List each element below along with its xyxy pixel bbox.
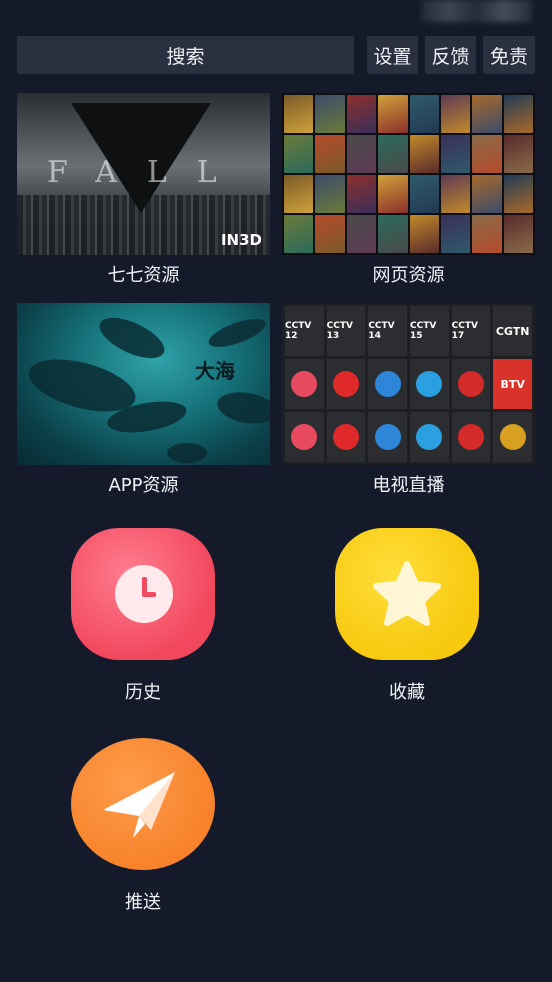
movie-poster — [472, 135, 502, 173]
paper-plane-icon — [103, 772, 175, 838]
card-label: 七七资源 — [107, 265, 180, 286]
movie-poster — [409, 175, 439, 213]
tv-channel-tile — [368, 359, 407, 409]
movie-poster — [472, 95, 502, 133]
movie-poster — [378, 135, 408, 173]
movie-poster — [503, 175, 533, 213]
movie-poster — [346, 95, 377, 133]
thumbnail-fall-movie: FALL IN3D — [17, 93, 270, 255]
thumbnail-ocean-whales: 大海 — [17, 303, 270, 465]
top-bar: 搜索 设置 反馈 免责 — [17, 36, 535, 74]
movie-poster — [440, 215, 471, 253]
movie-poster — [378, 95, 408, 133]
movie-poster — [315, 95, 345, 133]
tv-channel-tile: CCTV 17 — [451, 306, 491, 356]
tv-channel-tile — [326, 412, 366, 462]
shortcut-label: 推送 — [125, 892, 161, 913]
movie-poster — [503, 215, 533, 253]
movie-poster — [284, 175, 314, 213]
tv-channel-tile — [451, 412, 491, 462]
movie-poster — [346, 215, 377, 253]
thumbnail-tv-channels: CCTV 12 CCTV 13 CCTV 14 CCTV 15 CCTV 17 CGTN B… — [282, 303, 535, 465]
movie-poster — [409, 95, 439, 133]
star-icon — [373, 561, 441, 626]
card-label: APP资源 — [108, 475, 179, 496]
tv-channel-tile — [410, 412, 449, 462]
movie-poster — [378, 215, 408, 253]
status-bar-blurred — [422, 0, 532, 22]
tv-channel-tile: CCTV 15 — [410, 306, 449, 356]
tv-channel-tile: BTV — [493, 359, 532, 409]
tv-channel-tile — [326, 359, 366, 409]
tv-channel-tile — [410, 359, 449, 409]
disclaimer-button[interactable]: 免责 — [483, 36, 535, 74]
tv-channel-tile: CCTV 12 — [285, 306, 324, 356]
movie-poster — [378, 175, 408, 213]
movie-poster — [346, 175, 377, 213]
movie-poster — [440, 135, 471, 173]
settings-button[interactable]: 设置 — [367, 36, 418, 74]
movie-poster — [315, 175, 345, 213]
movie-poster — [472, 215, 502, 253]
shortcut-label: 历史 — [125, 682, 161, 703]
tv-channel-tile: CGTN — [493, 306, 532, 356]
tv-channel-tile — [368, 412, 407, 462]
tv-channel-tile — [285, 412, 324, 462]
card-label: 网页资源 — [372, 265, 445, 286]
movie-poster — [284, 215, 314, 253]
shortcut-label: 收藏 — [389, 682, 425, 703]
movie-poster — [315, 135, 345, 173]
source-card-tv[interactable]: CCTV 12 CCTV 13 CCTV 14 CCTV 15 CCTV 17 CGTN B… — [282, 303, 535, 497]
tv-channel-tile: CCTV 14 — [368, 306, 407, 356]
movie-poster — [409, 215, 439, 253]
movie-poster — [409, 135, 439, 173]
thumbnail-movie-posters — [282, 93, 535, 255]
tv-channel-tile — [493, 412, 532, 462]
history-shortcut[interactable]: 历史 — [71, 528, 215, 704]
movie-poster — [503, 95, 533, 133]
movie-poster — [284, 135, 314, 173]
source-card-app[interactable]: 大海 APP资源 — [17, 303, 270, 497]
tv-channel-tile: CCTV 13 — [326, 306, 366, 356]
movie-poster — [472, 175, 502, 213]
movie-poster — [315, 215, 345, 253]
movie-poster — [503, 135, 533, 173]
movie-poster — [440, 175, 471, 213]
tv-channel-tile — [451, 359, 491, 409]
movie-poster — [440, 95, 471, 133]
favorites-shortcut[interactable]: 收藏 — [335, 528, 479, 704]
push-shortcut[interactable]: 推送 — [71, 738, 215, 914]
movie-poster — [346, 135, 377, 173]
source-card-qiqi[interactable]: FALL IN3D 七七资源 — [17, 93, 270, 287]
clock-icon — [115, 565, 173, 623]
feedback-button[interactable]: 反馈 — [425, 36, 476, 74]
card-label: 电视直播 — [372, 475, 445, 496]
search-button[interactable]: 搜索 — [17, 36, 354, 74]
tv-channel-tile — [285, 359, 324, 409]
source-card-web[interactable]: 网页资源 — [282, 93, 535, 287]
movie-poster — [284, 95, 314, 133]
